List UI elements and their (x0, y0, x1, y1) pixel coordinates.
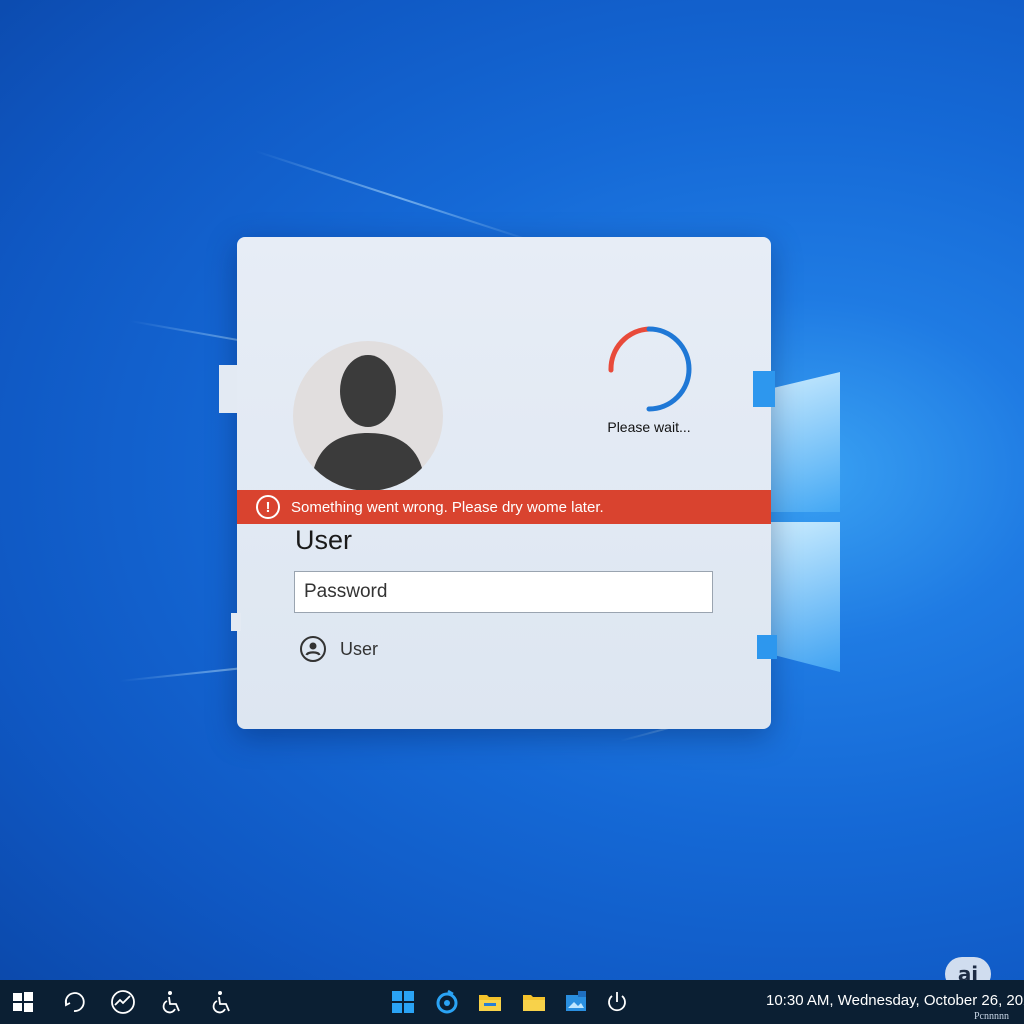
exclamation-circle-icon: ! (256, 495, 280, 519)
power-icon[interactable] (603, 988, 631, 1016)
photos-icon[interactable] (562, 988, 590, 1016)
accessibility-icon[interactable] (158, 988, 186, 1016)
folder-icon[interactable] (520, 988, 548, 1016)
user-avatar (293, 341, 443, 491)
windows-start-icon[interactable] (9, 988, 37, 1016)
login-dialog: Please wait... ! Something went wrong. P… (219, 237, 777, 729)
accessibility-icon[interactable] (208, 988, 236, 1016)
password-input[interactable] (294, 571, 713, 613)
user-circle-icon (300, 636, 326, 662)
windows-logo-icon[interactable] (389, 988, 417, 1016)
person-silhouette-icon (311, 355, 425, 491)
loading-spinner-icon (608, 326, 692, 412)
username-label: User (295, 525, 353, 555)
error-message: Something went wrong. Please dry wome la… (291, 498, 604, 516)
edge-icon[interactable] (433, 988, 461, 1016)
dialog-edge-tab (757, 635, 777, 659)
dialog-edge-tab (753, 371, 775, 407)
watermark-text: Pcnnnnn (974, 1011, 1009, 1022)
refresh-icon[interactable] (60, 988, 88, 1016)
error-banner: ! Something went wrong. Please dry wome … (237, 490, 771, 524)
status-text: Please wait... (607, 419, 691, 435)
dialog-edge-tab (219, 365, 237, 413)
taskbar: 10:30 AM, Wednesday, October 26, 2023 (0, 980, 1024, 1024)
dialog-edge-tab (231, 613, 241, 631)
switch-user-label: User (340, 638, 379, 659)
taskbar-clock[interactable]: 10:30 AM, Wednesday, October 26, 2023 (766, 992, 1024, 1009)
file-explorer-icon[interactable] (476, 988, 504, 1016)
switch-user-button[interactable]: User (299, 635, 378, 663)
activity-icon[interactable] (109, 988, 137, 1016)
